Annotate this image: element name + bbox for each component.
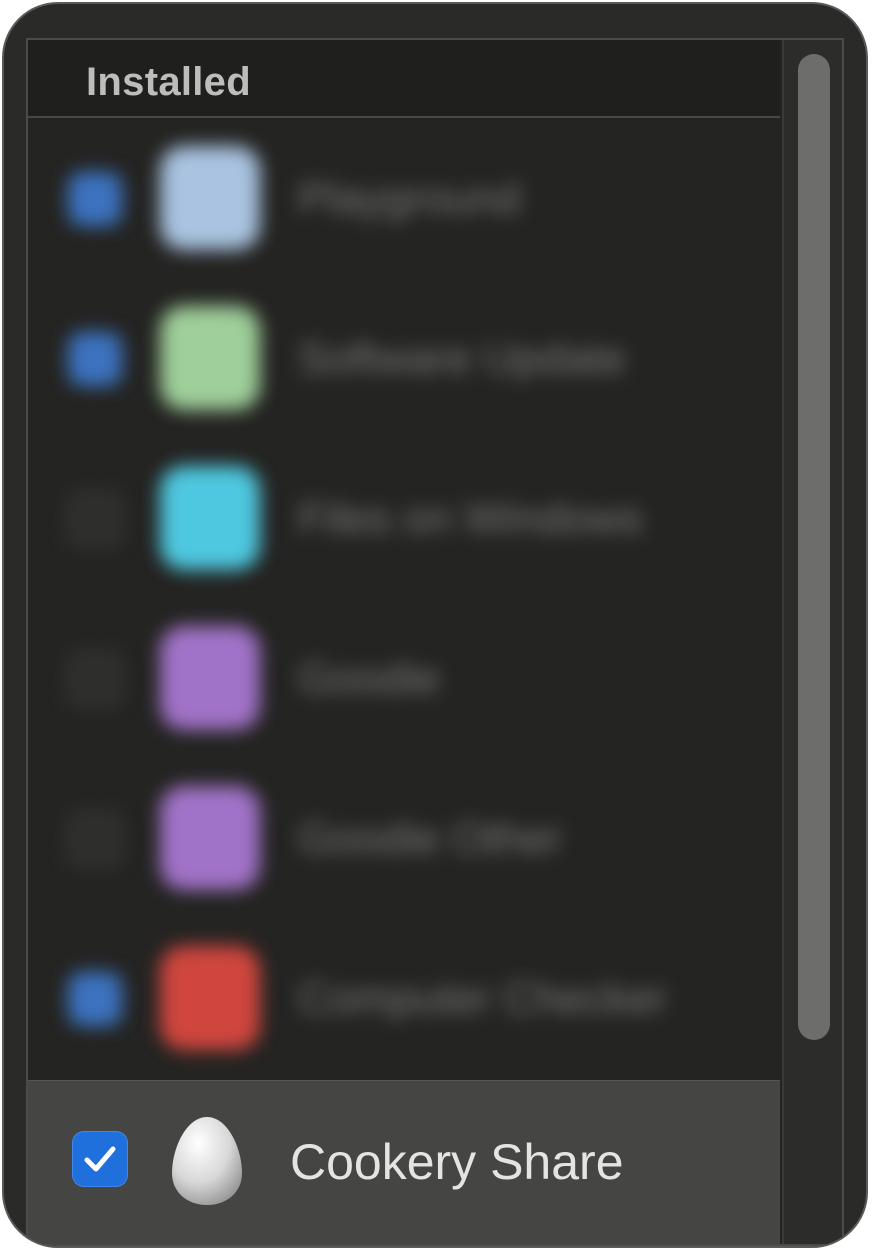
app-icon <box>160 786 260 890</box>
selected-list-item[interactable]: Cookery Share <box>28 1080 780 1244</box>
list-item-label: Files on Windows <box>298 494 643 543</box>
app-icon <box>160 946 260 1050</box>
list-item[interactable]: Playground <box>28 118 780 278</box>
list-item[interactable]: Goodie <box>28 598 780 758</box>
list-item[interactable]: Computer Checker <box>28 918 780 1078</box>
row-checkbox[interactable] <box>68 812 122 866</box>
list-item-label: Software Update <box>298 334 626 383</box>
list-item[interactable]: Goodie Other <box>28 758 780 918</box>
list-item-label: Computer Checker <box>298 974 668 1023</box>
header-title: Installed <box>86 60 251 104</box>
list-item-label: Goodie Other <box>298 814 563 863</box>
list-item-label: Playground <box>298 174 521 223</box>
app-icon <box>160 466 260 570</box>
checkmark-icon <box>84 1146 116 1172</box>
egg-icon <box>172 1117 242 1205</box>
scrollbar[interactable] <box>782 40 842 1244</box>
list-item[interactable]: Files on Windows <box>28 438 780 598</box>
scrollbar-thumb[interactable] <box>798 54 830 1040</box>
row-checkbox[interactable] <box>68 972 122 1026</box>
window: Installed Playground Software Update Fil… <box>2 2 868 1248</box>
selected-item-label: Cookery Share <box>290 1134 624 1190</box>
list-header: Installed <box>28 40 780 118</box>
row-checkbox[interactable] <box>68 652 122 706</box>
app-icon <box>160 626 260 730</box>
row-checkbox[interactable] <box>68 332 122 386</box>
installed-list[interactable]: Playground Software Update Files on Wind… <box>28 118 780 1080</box>
installed-list-panel: Installed Playground Software Update Fil… <box>26 38 844 1246</box>
row-checkbox[interactable] <box>68 172 122 226</box>
app-icon <box>160 146 260 250</box>
list-item[interactable]: Software Update <box>28 278 780 438</box>
row-checkbox[interactable] <box>68 492 122 546</box>
enable-checkbox[interactable] <box>72 1131 128 1187</box>
app-icon <box>160 306 260 410</box>
list-item-label: Goodie <box>298 654 440 703</box>
